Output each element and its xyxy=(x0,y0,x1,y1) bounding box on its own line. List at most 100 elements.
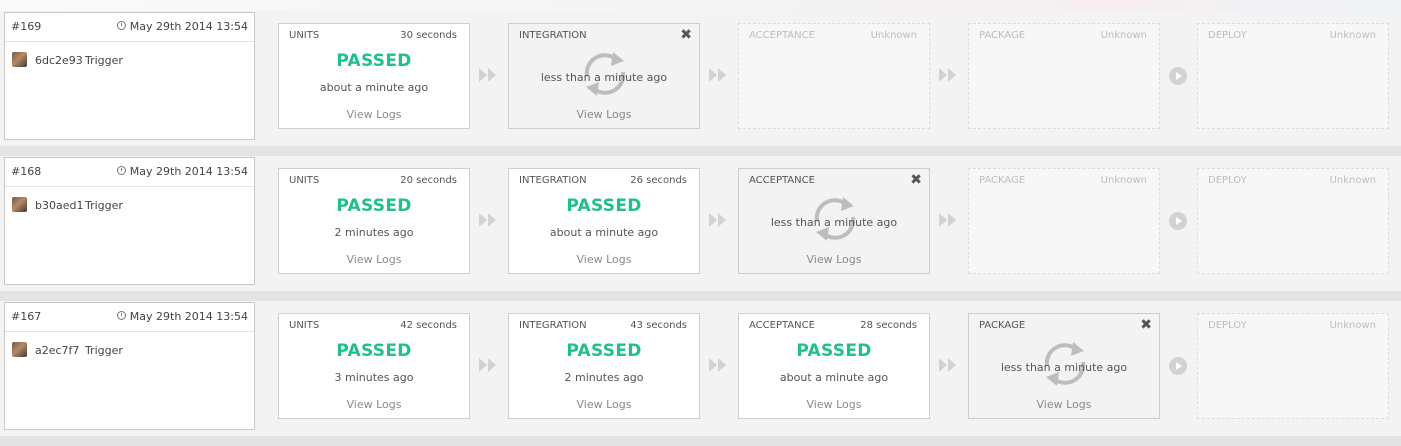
stage-acceptance: ACCEPTANCE ✖ less than a minute ago View… xyxy=(738,168,930,274)
stage-duration: Unknown xyxy=(1100,175,1147,186)
stage-name: DEPLOY xyxy=(1208,320,1247,331)
build-header: #169 May 29th 2014 13:54 xyxy=(5,13,254,42)
build-date-text: May 29th 2014 13:54 xyxy=(129,20,248,33)
pipeline-row-169: #169 May 29th 2014 13:54 6dc2e93 Trigger… xyxy=(0,11,1401,146)
stage-time: less than a minute ago xyxy=(770,216,898,229)
build-body: a2ec7f7 Trigger xyxy=(5,332,254,372)
stage-status: PASSED xyxy=(566,196,642,216)
view-logs-link[interactable]: View Logs xyxy=(969,398,1159,411)
view-logs-link[interactable]: View Logs xyxy=(279,108,469,121)
build-date: May 29th 2014 13:54 xyxy=(116,20,248,33)
clock-icon xyxy=(116,166,126,175)
view-logs-link[interactable]: View Logs xyxy=(739,253,929,266)
stage-package: PACKAGE Unknown xyxy=(968,168,1160,274)
stage-status: PASSED xyxy=(796,341,872,361)
stage-time: about a minute ago xyxy=(779,371,889,384)
trigger-label: Trigger xyxy=(85,54,123,67)
stage-duration: Unknown xyxy=(1329,320,1376,331)
stage-name: ACCEPTANCE xyxy=(749,320,815,331)
fast-forward-icon xyxy=(709,213,726,227)
stage-name: ACCEPTANCE xyxy=(749,175,815,186)
trigger-label: Trigger xyxy=(85,199,123,212)
commit-hash[interactable]: b30aed1 xyxy=(35,199,83,212)
top-gradient-bar xyxy=(0,0,1401,11)
pipeline-row-168: #168 May 29th 2014 13:54 b30aed1 Trigger… xyxy=(0,156,1401,291)
build-card: #168 May 29th 2014 13:54 b30aed1 Trigger xyxy=(4,157,255,285)
fast-forward-icon xyxy=(479,213,496,227)
stage-name: INTEGRATION xyxy=(519,320,587,331)
view-logs-link[interactable]: View Logs xyxy=(739,398,929,411)
avatar xyxy=(12,342,27,357)
stage-name: ACCEPTANCE xyxy=(749,30,815,41)
stage-time: 2 minutes ago xyxy=(334,226,414,239)
view-logs-link[interactable]: View Logs xyxy=(279,398,469,411)
pipeline-row-167: #167 May 29th 2014 13:54 a2ec7f7 Trigger… xyxy=(0,301,1401,436)
fast-forward-icon xyxy=(709,358,726,372)
stage-name: INTEGRATION xyxy=(519,30,587,41)
stage-time: 3 minutes ago xyxy=(334,371,414,384)
stage-name: UNITS xyxy=(289,320,320,331)
stage-deploy: DEPLOY Unknown xyxy=(1197,23,1389,129)
stage-duration: 42 seconds xyxy=(400,320,457,331)
stage-integration: INTEGRATION 43 seconds PASSED 2 minutes … xyxy=(508,313,700,419)
build-card: #167 May 29th 2014 13:54 a2ec7f7 Trigger xyxy=(4,302,255,430)
view-logs-link[interactable]: View Logs xyxy=(509,108,699,121)
build-date: May 29th 2014 13:54 xyxy=(116,165,248,178)
fast-forward-icon xyxy=(709,68,726,82)
stage-name: INTEGRATION xyxy=(519,175,587,186)
stage-deploy: DEPLOY Unknown xyxy=(1197,168,1389,274)
build-date-text: May 29th 2014 13:54 xyxy=(129,165,248,178)
fast-forward-icon xyxy=(939,358,956,372)
commit-hash[interactable]: a2ec7f7 xyxy=(35,344,79,357)
build-body: b30aed1 Trigger xyxy=(5,187,254,227)
view-logs-link[interactable]: View Logs xyxy=(279,253,469,266)
close-icon[interactable]: ✖ xyxy=(910,172,922,188)
stage-duration: Unknown xyxy=(870,30,917,41)
clock-icon xyxy=(116,311,126,320)
stage-integration: INTEGRATION ✖ less than a minute ago Vie… xyxy=(508,23,700,129)
stage-status: PASSED xyxy=(336,196,412,216)
stage-duration: Unknown xyxy=(1100,30,1147,41)
stage-time: less than a minute ago xyxy=(1000,361,1128,374)
stage-status: PASSED xyxy=(566,341,642,361)
stage-name: DEPLOY xyxy=(1208,175,1247,186)
stage-duration: 26 seconds xyxy=(630,175,687,186)
play-icon[interactable] xyxy=(1169,357,1187,375)
close-icon[interactable]: ✖ xyxy=(680,27,692,43)
fast-forward-icon xyxy=(479,68,496,82)
trigger-label: Trigger xyxy=(85,344,123,357)
build-body: 6dc2e93 Trigger xyxy=(5,42,254,82)
commit-hash[interactable]: 6dc2e93 xyxy=(35,54,83,67)
stage-time: about a minute ago xyxy=(549,226,659,239)
stage-time: about a minute ago xyxy=(319,81,429,94)
build-date: May 29th 2014 13:54 xyxy=(116,310,248,323)
avatar xyxy=(12,52,27,67)
stage-duration: 30 seconds xyxy=(400,30,457,41)
build-number[interactable]: #169 xyxy=(11,20,41,33)
row-divider xyxy=(0,291,1401,301)
stage-name: DEPLOY xyxy=(1208,30,1247,41)
stage-time: less than a minute ago xyxy=(540,71,668,84)
stage-package: PACKAGE ✖ less than a minute ago View Lo… xyxy=(968,313,1160,419)
close-icon[interactable]: ✖ xyxy=(1140,317,1152,333)
stage-integration: INTEGRATION 26 seconds PASSED about a mi… xyxy=(508,168,700,274)
stage-duration: Unknown xyxy=(1329,30,1376,41)
stage-duration: 20 seconds xyxy=(400,175,457,186)
play-icon[interactable] xyxy=(1169,212,1187,230)
build-number[interactable]: #168 xyxy=(11,165,41,178)
stage-acceptance: ACCEPTANCE Unknown xyxy=(738,23,930,129)
build-number[interactable]: #167 xyxy=(11,310,41,323)
build-header: #167 May 29th 2014 13:54 xyxy=(5,303,254,332)
build-header: #168 May 29th 2014 13:54 xyxy=(5,158,254,187)
row-divider xyxy=(0,436,1401,446)
stage-duration: 43 seconds xyxy=(630,320,687,331)
stage-name: PACKAGE xyxy=(979,320,1026,331)
clock-icon xyxy=(116,21,126,30)
stage-status: PASSED xyxy=(336,51,412,71)
build-date-text: May 29th 2014 13:54 xyxy=(129,310,248,323)
view-logs-link[interactable]: View Logs xyxy=(509,398,699,411)
play-icon[interactable] xyxy=(1169,67,1187,85)
view-logs-link[interactable]: View Logs xyxy=(509,253,699,266)
fast-forward-icon xyxy=(939,213,956,227)
avatar xyxy=(12,197,27,212)
